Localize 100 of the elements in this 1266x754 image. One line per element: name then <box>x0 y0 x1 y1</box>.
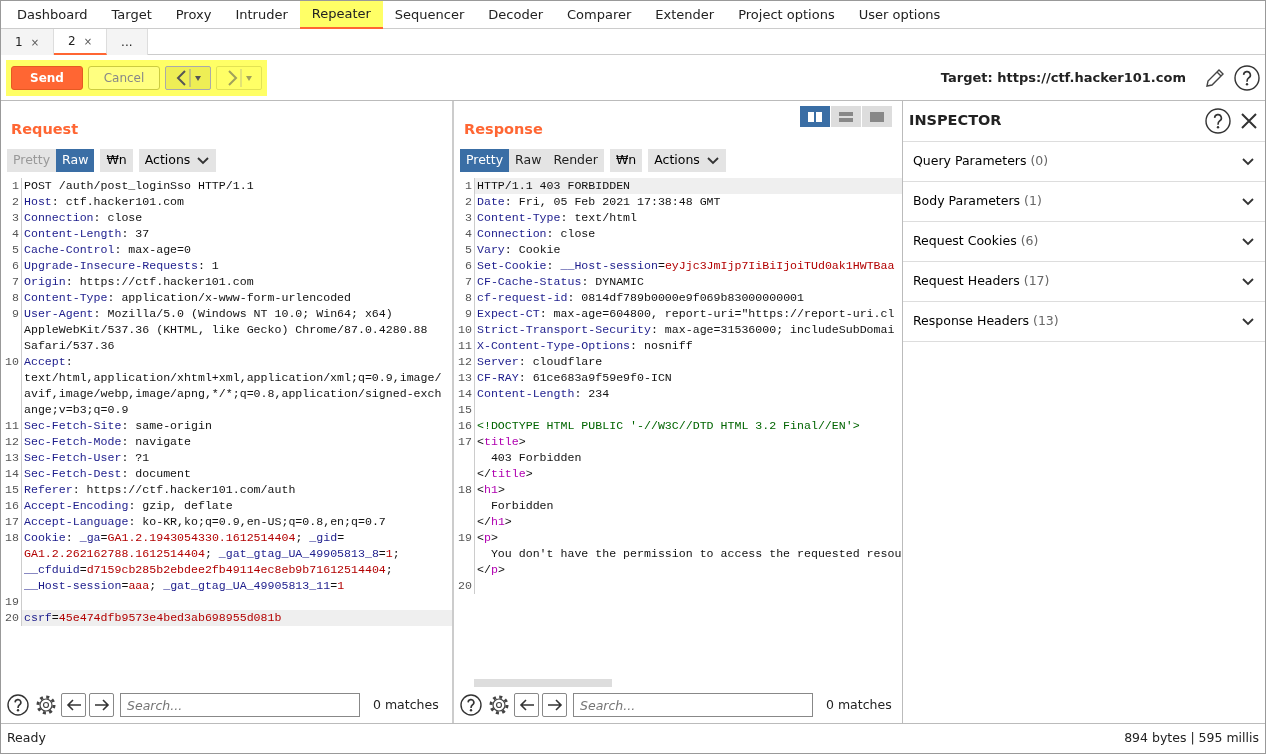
code-line: __Host-session=aaa; _gat_gtag_UA_49905813_11=1 <box>21 578 452 594</box>
code-line: Content-Length: 234 <box>474 386 902 402</box>
code-line: Sec-Fetch-Dest: document <box>21 466 452 482</box>
help-icon[interactable] <box>1234 64 1260 91</box>
scrollbar-thumb[interactable] <box>474 679 612 687</box>
view-tab[interactable]: Render <box>547 149 604 172</box>
line-number: 2 <box>11 194 20 210</box>
line-number: 9 <box>464 306 473 322</box>
line-number: 1 <box>464 178 473 194</box>
target-label: Target: https://ctf.hacker101.com <box>940 68 1186 87</box>
code-line: </title> <box>474 466 902 482</box>
code-line: Content-Type: application/x-www-form-urlencoded <box>21 290 452 306</box>
line-number: 8 <box>464 290 473 306</box>
code-line: avif,image/webp,image/apng,*/*;q=0.8,application/signed-exch <box>21 386 452 402</box>
panel-title: Response <box>464 120 543 139</box>
actions-button[interactable]: Actions <box>138 149 217 172</box>
code-line: cf-request-id: 0814df789b0000e9f069b83000000001 <box>474 290 902 306</box>
line-number: 17 <box>4 514 20 530</box>
code-line: </p> <box>474 562 902 578</box>
match-count: 0 matches <box>826 695 892 714</box>
session-tab[interactable]: ... <box>107 29 148 55</box>
caret-icon <box>196 155 211 166</box>
line-number: 11 <box>457 338 473 354</box>
code-line: Sec-Fetch-User: ?1 <box>21 450 452 466</box>
help-button[interactable] <box>458 693 483 717</box>
line-number: 6 <box>464 258 473 274</box>
line-number: 12 <box>457 354 473 370</box>
view-tab[interactable]: Raw <box>56 149 95 172</box>
code-line: Upgrade-Insecure-Requests: 1 <box>21 258 452 274</box>
code-line: GA1.2.262162788.1612514404; _gat_gtag_UA_49905813_8=1; <box>21 546 452 562</box>
help-button[interactable] <box>5 693 30 717</box>
view-tab[interactable]: Raw <box>509 149 548 172</box>
main-tab[interactable]: Project options <box>726 1 847 29</box>
chevron-down-icon <box>1241 316 1255 327</box>
layout-toggle[interactable] <box>831 106 861 127</box>
code-line: Origin: https://ctf.hacker101.com <box>21 274 452 290</box>
code-line: Content-Length: 37 <box>21 226 452 242</box>
inspector-title: INSPECTOR <box>909 111 1002 131</box>
line-number: 5 <box>11 242 20 258</box>
help-icon[interactable] <box>1205 108 1231 134</box>
match-count: 0 matches <box>373 695 439 714</box>
main-tab[interactable]: Target <box>99 1 164 29</box>
main-tab[interactable]: Sequencer <box>382 1 477 29</box>
next-button[interactable] <box>89 693 114 717</box>
line-number: 2 <box>464 194 473 210</box>
main-tab[interactable]: Comparer <box>555 1 644 29</box>
line-number: 19 <box>457 530 473 546</box>
main-tab[interactable]: Dashboard <box>5 1 100 29</box>
code-line: Accept: <box>21 354 452 370</box>
line-number: 1 <box>11 178 20 194</box>
line-number: 14 <box>457 386 473 402</box>
back-button[interactable] <box>165 65 211 90</box>
line-number: 15 <box>457 402 473 418</box>
main-tab[interactable]: Intruder <box>223 1 300 29</box>
search-field[interactable]: Search... <box>573 693 813 717</box>
line-number: 17 <box>457 434 473 450</box>
code-line: Vary: Cookie <box>474 242 902 258</box>
code-line: Forbidden <box>474 498 902 514</box>
code-line: Sec-Fetch-Site: same-origin <box>21 418 452 434</box>
session-tab[interactable]: 2 × <box>54 29 108 55</box>
code-line: Host: ctf.hacker101.com <box>21 194 452 210</box>
line-number: 9 <box>11 306 20 322</box>
layout-toggle[interactable] <box>862 106 892 127</box>
response-stats: 894 bytes | 595 millis <box>1124 729 1259 748</box>
main-tab[interactable]: Decoder <box>476 1 556 29</box>
code-line: Date: Fri, 05 Feb 2021 17:38:48 GMT <box>474 194 902 210</box>
code-line: Server: cloudflare <box>474 354 902 370</box>
code-line: CF-Cache-Status: DYNAMIC <box>474 274 902 290</box>
main-tab[interactable]: Proxy <box>163 1 224 29</box>
search-field[interactable]: Search... <box>120 693 360 717</box>
close-tab-icon[interactable]: × <box>30 34 40 50</box>
code-line: Accept-Language: ko-KR,ko;q=0.9,en-US;q=0.8,en;q=0.7 <box>21 514 452 530</box>
close-tab-icon[interactable]: × <box>83 33 93 49</box>
code-line: You don't have the permission to access the requested resou <box>474 546 902 562</box>
line-number: 16 <box>457 418 473 434</box>
view-tab[interactable]: Pretty <box>460 149 510 172</box>
main-tab[interactable]: Extender <box>643 1 727 29</box>
close-icon[interactable] <box>1239 111 1259 131</box>
previous-button[interactable] <box>514 693 539 717</box>
previous-button[interactable] <box>61 693 86 717</box>
code-line: Connection: close <box>474 226 902 242</box>
newline-button[interactable]: ₩n <box>100 149 133 172</box>
line-number: 19 <box>4 594 20 610</box>
line-number: 3 <box>11 210 20 226</box>
line-number: 20 <box>4 610 20 626</box>
line-number: 10 <box>4 354 20 370</box>
line-number: 14 <box>4 466 20 482</box>
code-line: Content-Type: text/html <box>474 210 902 226</box>
newline-button[interactable]: ₩n <box>609 149 643 172</box>
code-line: <p> <box>474 530 902 546</box>
actions-button[interactable]: Actions <box>648 149 726 172</box>
code-line: <h1> <box>474 482 902 498</box>
next-button[interactable] <box>542 693 567 717</box>
session-tab[interactable]: 1 × <box>1 29 55 55</box>
layout-toggle[interactable] <box>800 106 830 127</box>
main-tab[interactable]: User options <box>846 1 953 29</box>
pencil-icon[interactable] <box>1204 66 1226 89</box>
main-tab[interactable]: Repeater <box>299 1 383 29</box>
code-line: Safari/537.36 <box>21 338 452 354</box>
line-number: 18 <box>457 482 473 498</box>
